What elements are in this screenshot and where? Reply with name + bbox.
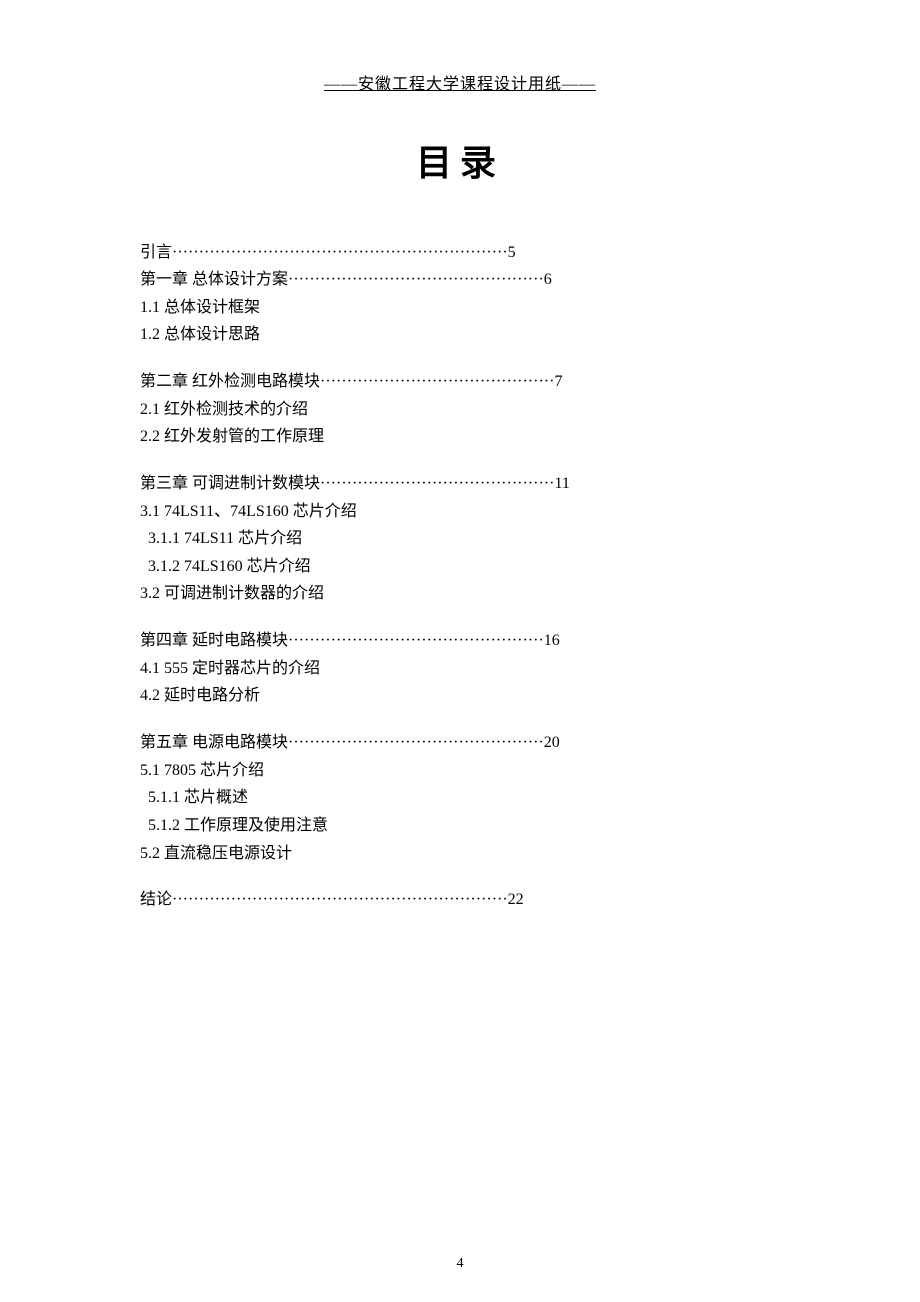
- toc-sub-item: 1.2 总体设计思路: [140, 322, 780, 348]
- toc-entry: 引言······································…: [140, 241, 780, 266]
- toc-gap: [140, 350, 780, 370]
- toc-sub-sub-item: 3.1.1 74LS11 芯片介绍: [140, 526, 780, 552]
- toc-sub-item: 3.2 可调进制计数器的介绍: [140, 581, 780, 607]
- toc-gap: [140, 609, 780, 629]
- toc-gap: [140, 868, 780, 888]
- toc-sub-sub-item: 5.1.1 芯片概述: [140, 785, 780, 811]
- toc-sub-item: 2.1 红外检测技术的介绍: [140, 397, 780, 423]
- toc-sub-item: 5.1 7805 芯片介绍: [140, 758, 780, 784]
- toc-entry-line: 结论······································…: [140, 888, 780, 913]
- toc-entry: 第三章 可调进制计数模块····························…: [140, 472, 780, 497]
- toc-entry-line: 第一章 总体设计方案······························…: [140, 268, 780, 293]
- toc-entry-line: 第四章 延时电路模块······························…: [140, 629, 780, 654]
- toc-entry: 第四章 延时电路模块······························…: [140, 629, 780, 654]
- toc-entry-line: 第五章 电源电路模块······························…: [140, 731, 780, 756]
- toc-sub-item: 3.1 74LS11、74LS160 芯片介绍: [140, 499, 780, 525]
- toc-sub-item: 4.2 延时电路分析: [140, 683, 780, 709]
- toc-entry: 第二章 红外检测电路模块····························…: [140, 370, 780, 395]
- toc-gap: [140, 711, 780, 731]
- toc-entry: 第一章 总体设计方案······························…: [140, 268, 780, 293]
- toc-entry: 第五章 电源电路模块······························…: [140, 731, 780, 756]
- toc-gap: [140, 452, 780, 472]
- table-of-contents: 引言······································…: [140, 241, 780, 913]
- toc-sub-sub-item: 5.1.2 工作原理及使用注意: [140, 813, 780, 839]
- toc-entry-line: 第三章 可调进制计数模块····························…: [140, 472, 780, 497]
- toc-sub-item: 1.1 总体设计框架: [140, 295, 780, 321]
- toc-entry-line: 引言······································…: [140, 241, 780, 266]
- page-number: 4: [0, 1256, 920, 1272]
- document-header: ——安徽工程大学课程设计用纸——: [140, 70, 780, 94]
- toc-sub-item: 2.2 红外发射管的工作原理: [140, 424, 780, 450]
- toc-sub-sub-item: 3.1.2 74LS160 芯片介绍: [140, 554, 780, 580]
- toc-entry: 结论······································…: [140, 888, 780, 913]
- toc-entry-line: 第二章 红外检测电路模块····························…: [140, 370, 780, 395]
- toc-sub-item: 5.2 直流稳压电源设计: [140, 841, 780, 867]
- page-title: 目录: [140, 134, 780, 186]
- toc-sub-item: 4.1 555 定时器芯片的介绍: [140, 656, 780, 682]
